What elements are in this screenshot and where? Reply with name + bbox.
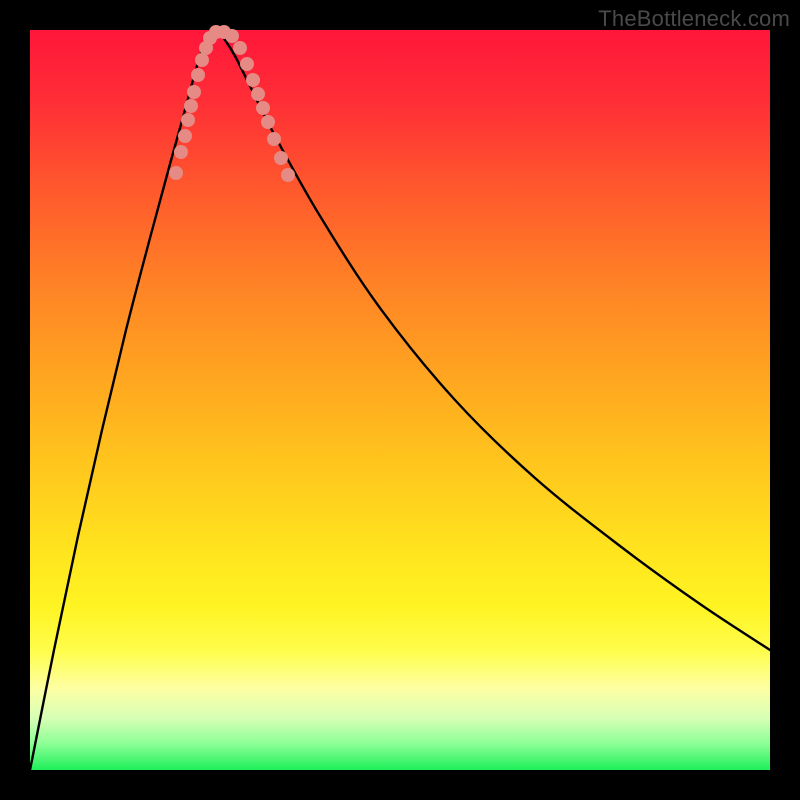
bead-marker [178,129,192,143]
bead-marker [191,68,205,82]
bead-marker [195,53,209,67]
bead-marker [174,145,188,159]
bead-marker [181,113,195,127]
chart-svg [30,30,770,770]
bead-marker [225,29,239,43]
bead-marker [187,85,201,99]
bead-marker [267,132,281,146]
watermark-label: TheBottleneck.com [598,6,790,32]
bead-marker [233,41,247,55]
bead-marker [246,73,260,87]
curve-layer [30,32,770,770]
chart-frame: TheBottleneck.com [0,0,800,800]
bead-marker [169,166,183,180]
curve-right-branch [218,32,770,650]
bead-marker [240,57,254,71]
bead-marker [274,151,288,165]
bead-marker [251,87,265,101]
bead-marker [256,101,270,115]
bead-marker [281,168,295,182]
chart-plot-area [30,30,770,770]
bead-marker [184,99,198,113]
bead-marker [261,115,275,129]
